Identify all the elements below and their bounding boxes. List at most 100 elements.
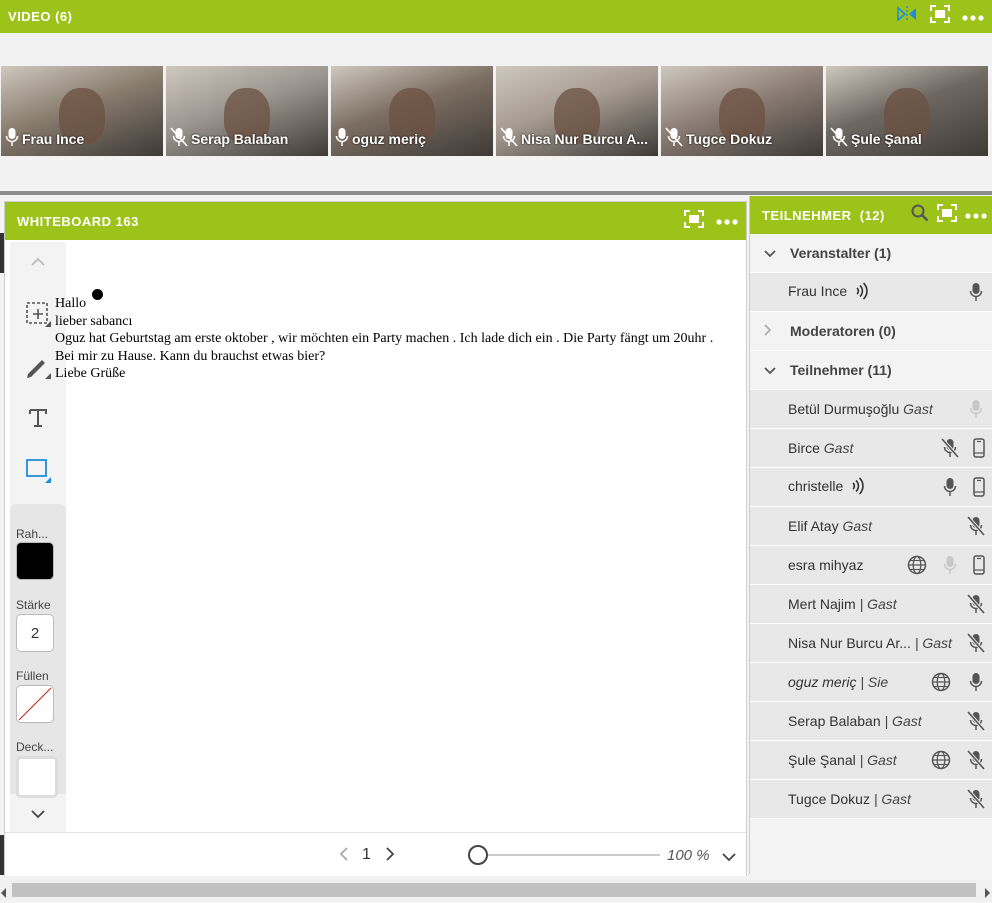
group-label: Teilnehmer (11): [790, 362, 892, 378]
next-page-icon[interactable]: [385, 847, 395, 866]
participants-header: TEILNEHMER (12): [750, 196, 992, 234]
participant-row[interactable]: Frau Ince: [750, 273, 992, 312]
horizontal-scrollbar[interactable]: [0, 880, 992, 900]
more-options-icon[interactable]: [962, 8, 984, 26]
scroll-right-icon[interactable]: [985, 885, 991, 903]
mic-muted-icon: [170, 127, 188, 150]
opacity-swatch[interactable]: [16, 756, 58, 798]
stroke-color-label: Rah...: [16, 527, 49, 541]
participant-row[interactable]: Şule Şanal | Gast: [750, 741, 992, 780]
stroke-color-swatch[interactable]: [16, 542, 54, 580]
zoom-slider-handle[interactable]: [468, 845, 488, 865]
whiteboard-pod: WHITEBOARD 163 Rah... Stärke 2 Füllen De…: [4, 201, 747, 876]
participant-role: | Gast: [873, 791, 911, 807]
video-tile-label: Serap Balaban: [170, 127, 288, 150]
participant-row[interactable]: esra mihyaz: [750, 546, 992, 585]
video-pod-title: VIDEO (6): [8, 9, 73, 24]
mic-muted-icon[interactable]: [966, 749, 986, 773]
whiteboard-text-block[interactable]: Hallo lieber sabancı Oguz hat Geburtstag a…: [55, 295, 713, 383]
pen-tool-icon[interactable]: [24, 352, 52, 380]
globe-icon: [931, 672, 951, 695]
participant-entry: esra mihyaz: [788, 557, 863, 573]
video-tile[interactable]: Şule Şanal: [826, 66, 988, 156]
scroll-down-icon[interactable]: [24, 800, 52, 828]
participant-row[interactable]: Serap Balaban | Gast: [750, 702, 992, 741]
participant-entry: Elif Atay Gast: [788, 518, 872, 534]
participant-row[interactable]: Betül Durmuşoğlu Gast: [750, 390, 992, 429]
participant-name: Tugce Dokuz: [686, 130, 773, 147]
participant-name: Frau Ince: [788, 282, 848, 299]
mic-icon: [5, 127, 19, 150]
mic-muted-icon[interactable]: [966, 593, 986, 617]
mic-icon[interactable]: [969, 282, 983, 305]
participant-group-header[interactable]: Veranstalter (1): [750, 234, 992, 273]
fullscreen-icon[interactable]: [930, 5, 950, 28]
phone-icon: [973, 555, 985, 578]
group-label: Moderatoren (0): [790, 323, 896, 339]
participant-row[interactable]: Tugce Dokuz | Gast: [750, 780, 992, 819]
mic-muted-icon[interactable]: [940, 437, 960, 461]
search-icon[interactable]: [911, 204, 929, 227]
whiteboard-text-line: Oguz hat Geburtstag am erste oktober , w…: [55, 331, 714, 346]
participant-row[interactable]: Elif Atay Gast: [750, 507, 992, 546]
participant-name: Serap Balaban: [788, 713, 881, 729]
participant-name: Frau Ince: [22, 130, 85, 147]
video-tile[interactable]: Nisa Nur Burcu A...: [496, 66, 658, 156]
selection-tool-icon[interactable]: [24, 300, 52, 328]
zoom-dropdown-icon[interactable]: [722, 849, 736, 867]
mic-muted-icon[interactable]: [966, 515, 986, 539]
speaking-icon: [851, 476, 865, 498]
participants-pod: TEILNEHMER (12) Veranstalter (1) Frau Inc…: [749, 196, 992, 874]
more-options-icon[interactable]: [965, 206, 987, 224]
text-tool-icon[interactable]: [24, 404, 52, 432]
zoom-slider[interactable]: [468, 845, 660, 865]
participant-name: Betül Durmuşoğlu: [788, 401, 900, 417]
more-options-icon[interactable]: [716, 212, 738, 230]
participant-row[interactable]: Mert Najim | Gast: [750, 585, 992, 624]
participant-entry: Frau Ince: [788, 281, 869, 303]
video-tile[interactable]: Frau Ince: [1, 66, 163, 156]
participant-entry: Nisa Nur Burcu Ar... | Gast: [788, 635, 952, 651]
mic-muted-icon[interactable]: [966, 788, 986, 812]
mic-icon[interactable]: [969, 399, 983, 422]
pod-divider[interactable]: [0, 191, 992, 195]
globe-icon: [931, 750, 951, 773]
scroll-up-icon[interactable]: [24, 248, 52, 276]
video-tile-label: Frau Ince: [5, 127, 84, 150]
participant-name: Tugce Dokuz: [788, 791, 870, 807]
participant-row[interactable]: christelle: [750, 468, 992, 507]
participant-group-header[interactable]: Teilnehmer (11): [750, 351, 992, 390]
mic-icon[interactable]: [943, 477, 957, 500]
participant-name: Birce: [788, 440, 820, 456]
participant-row[interactable]: oguz meriç | Sie: [750, 663, 992, 702]
scroll-left-icon[interactable]: [1, 885, 7, 903]
mic-icon[interactable]: [943, 555, 957, 578]
whiteboard-text-line: Hallo: [55, 296, 87, 311]
participant-name: esra mihyaz: [788, 557, 864, 573]
participant-row[interactable]: Nisa Nur Burcu Ar... | Gast: [750, 624, 992, 663]
mic-icon[interactable]: [969, 672, 983, 695]
fullscreen-icon[interactable]: [684, 209, 704, 233]
participant-name: Şule Şanal: [788, 752, 856, 768]
participant-row[interactable]: Birce Gast: [750, 429, 992, 468]
fill-label: Füllen: [16, 669, 49, 683]
video-tile[interactable]: Tugce Dokuz: [661, 66, 823, 156]
mic-muted-icon[interactable]: [966, 710, 986, 734]
participant-entry: Betül Durmuşoğlu Gast: [788, 401, 933, 417]
whiteboard-text-line: Bei mir zu Hause. Kann du brauchst etwas…: [55, 348, 326, 364]
whiteboard-text-line: lieber sabancı: [55, 313, 133, 329]
mirror-video-icon[interactable]: [896, 5, 918, 28]
stroke-width-input[interactable]: 2: [16, 614, 54, 652]
fill-none-swatch[interactable]: [16, 685, 54, 723]
prev-page-icon[interactable]: [339, 847, 349, 866]
participant-entry: Serap Balaban | Gast: [788, 713, 922, 729]
shape-tool-icon[interactable]: [24, 456, 52, 484]
mic-muted-icon: [830, 127, 848, 150]
fullscreen-icon[interactable]: [937, 203, 957, 227]
participant-group-header[interactable]: Moderatoren (0): [750, 312, 992, 351]
video-tile[interactable]: oguz meriç: [331, 66, 493, 156]
whiteboard-title: WHITEBOARD 163: [17, 213, 139, 229]
scrollbar-thumb[interactable]: [12, 883, 976, 897]
mic-muted-icon[interactable]: [966, 632, 986, 656]
video-tile[interactable]: Serap Balaban: [166, 66, 328, 156]
